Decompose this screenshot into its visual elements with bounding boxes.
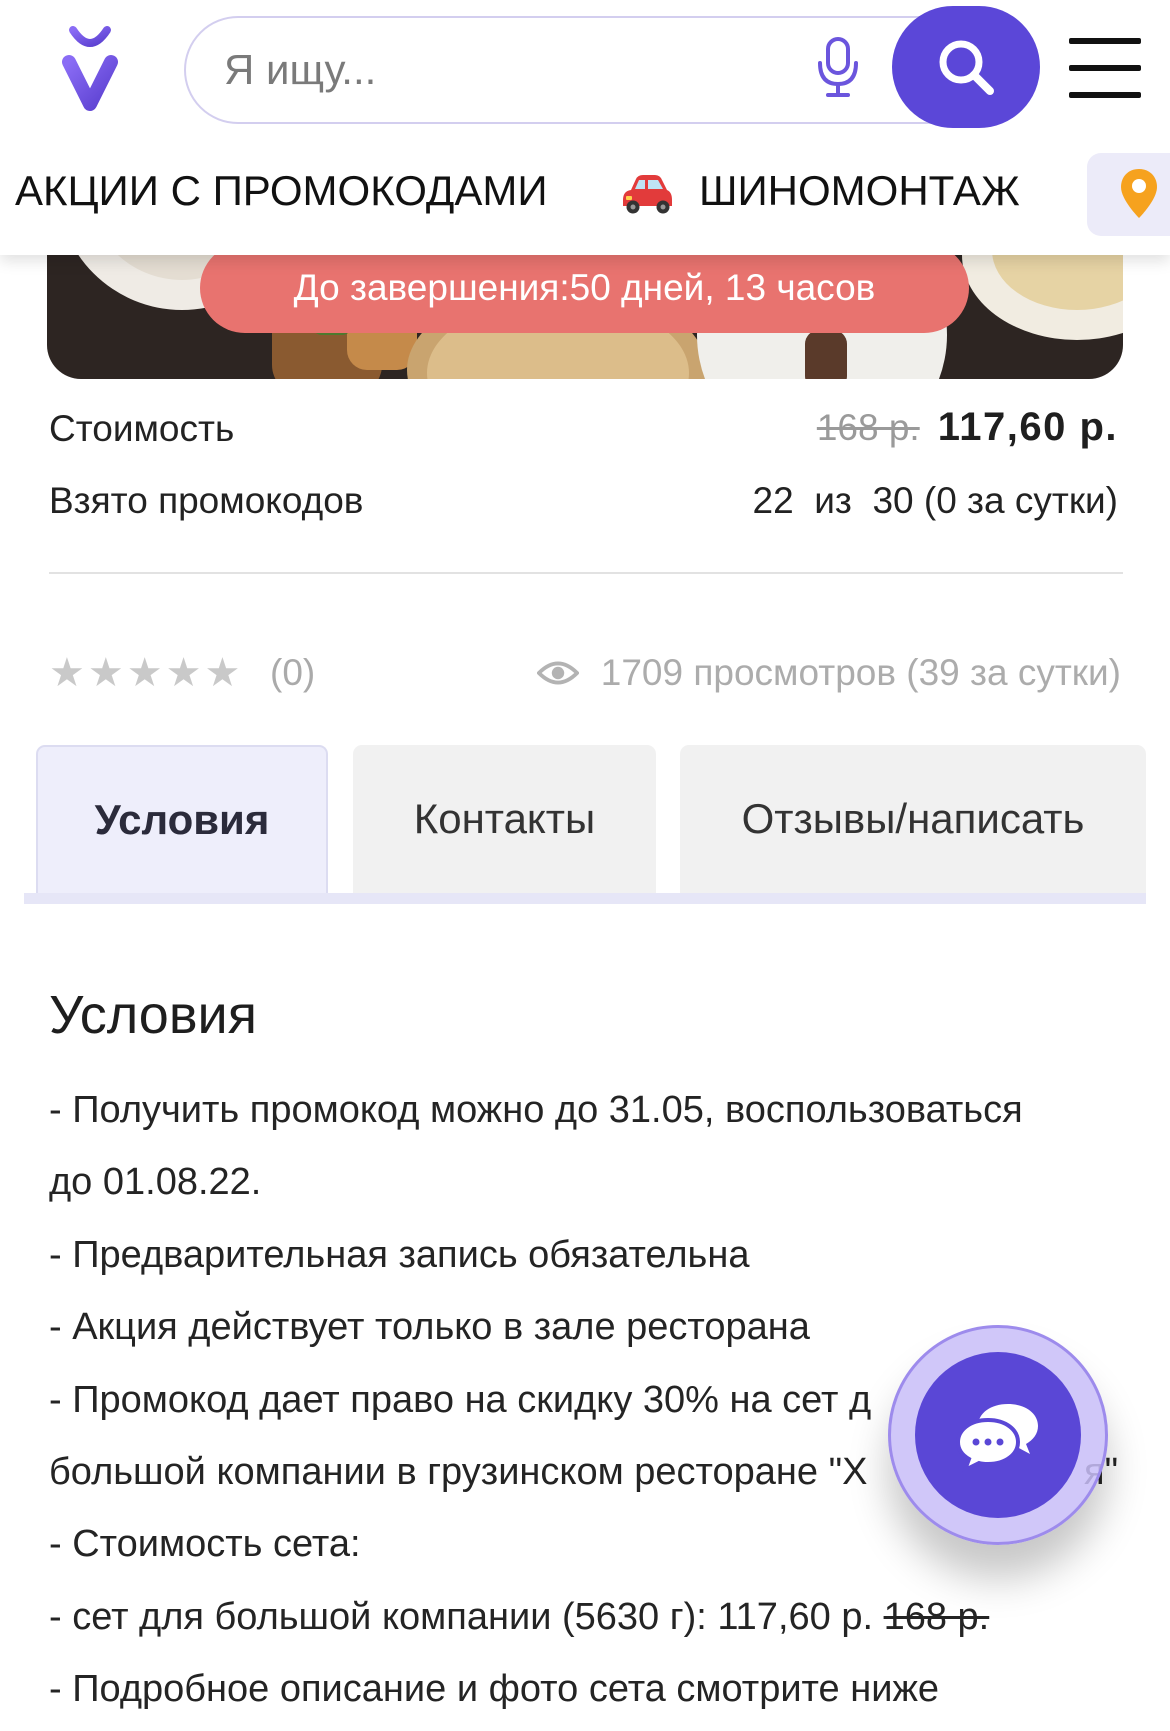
search-icon	[939, 40, 994, 95]
taken-value: 22 из 30 (0 за сутки)	[752, 480, 1118, 521]
chat-button[interactable]	[915, 1352, 1081, 1518]
list-item-old-price: 168 р.	[883, 1595, 990, 1638]
taken-label: Взято промокодов	[49, 480, 364, 521]
search-input[interactable]	[186, 18, 844, 122]
price-label: Стоимость	[49, 408, 235, 449]
list-item: - Подробное описание и фото сета смотрит…	[49, 1668, 939, 1711]
price-values: 168 р. 117,60 р.	[817, 405, 1118, 450]
tab-reviews[interactable]: Отзывы/написать	[680, 745, 1146, 893]
views-text: 1709 просмотров (39 за сутки)	[600, 652, 1121, 693]
tab-bar-underline	[24, 893, 1146, 904]
car-icon	[618, 170, 674, 216]
views-counter: 1709 просмотров (39 за сутки)	[536, 649, 1121, 697]
section-title: Условия	[49, 985, 257, 1045]
tab-conditions[interactable]: Условия	[36, 745, 328, 893]
tab-contacts[interactable]: Контакты	[353, 745, 656, 893]
search-button[interactable]	[892, 6, 1040, 128]
nav-item-tire-service[interactable]: ШИНОМОНТАЖ	[699, 166, 1020, 216]
divider	[49, 572, 1123, 574]
rating-count: (0)	[270, 652, 316, 693]
nav-item-promo[interactable]: АКЦИИ С ПРОМОКОДАМИ	[15, 166, 548, 216]
hamburger-menu-icon[interactable]	[1069, 36, 1141, 98]
location-pin-icon	[1119, 167, 1159, 221]
list-item-text: - сет для большой компании (5630 г): 117…	[49, 1595, 884, 1638]
countdown-timer: До завершения:50 дней, 13 часов	[200, 243, 969, 333]
logo-icon[interactable]	[60, 22, 120, 112]
chat-bubbles-icon	[955, 1404, 1038, 1472]
eye-icon	[536, 661, 579, 685]
microphone-icon[interactable]	[815, 36, 861, 98]
old-price: 168 р.	[816, 407, 920, 448]
rating-stars[interactable]: ★★★★★	[49, 647, 243, 699]
new-price: 117,60 р.	[937, 405, 1118, 449]
top-header: АКЦИИ С ПРОМОКОДАМИ ШИНОМОНТАЖ	[0, 0, 1170, 255]
list-item: - сет для большой компании (5630 г): 117…	[49, 1581, 1159, 1653]
list-item: - Предварительная запись обязательна	[49, 1233, 750, 1276]
location-button[interactable]	[1087, 153, 1170, 236]
list-item: - Получить промокод можно до 31.05, восп…	[49, 1089, 1023, 1204]
